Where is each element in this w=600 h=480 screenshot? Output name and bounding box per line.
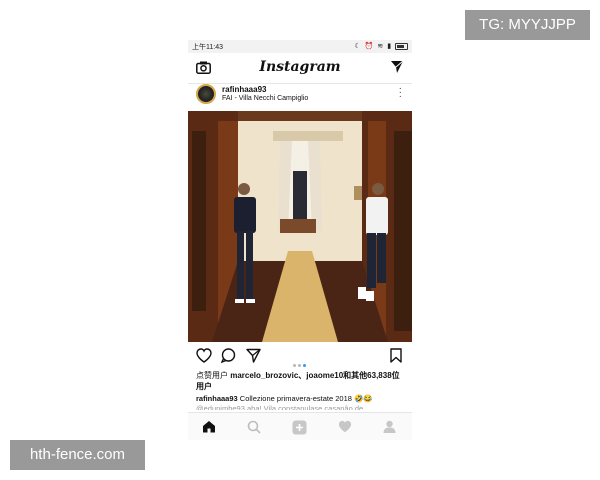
- like-heart-icon[interactable]: [196, 348, 212, 368]
- likes-mid: 和其他: [343, 371, 368, 380]
- post-location[interactable]: FAI - Villa Necchi Campiglio: [222, 95, 308, 102]
- post-photo[interactable]: [188, 111, 412, 342]
- likes-summary[interactable]: 点赞用户 marcelo_brozovic、joaome10和其他63,838位…: [196, 370, 406, 392]
- profile-icon[interactable]: [383, 420, 396, 438]
- app-logo: Instagram: [259, 59, 341, 75]
- home-icon[interactable]: [202, 420, 216, 438]
- post-username[interactable]: rafinhaaa93: [222, 85, 266, 94]
- search-icon[interactable]: [247, 420, 261, 439]
- caption-username[interactable]: rafinhaaa93: [196, 394, 238, 403]
- post-actions: [188, 346, 412, 368]
- add-icon[interactable]: [292, 420, 307, 440]
- post-header: rafinhaaa93 FAI - Villa Necchi Campiglio…: [188, 84, 412, 110]
- alarm-icon: ⏰: [364, 43, 375, 50]
- post-caption: rafinhaaa93 Collezione primavera-estate …: [196, 394, 406, 403]
- caption-text: Collezione primavera-estate 2018 🤣😂: [237, 394, 373, 403]
- status-time: 上午11:43: [192, 44, 223, 51]
- carousel-dot: [298, 364, 301, 367]
- status-bar: 上午11:43 ☾ ⏰ ≋ ▮: [188, 40, 412, 53]
- likes-count[interactable]: 63,838: [367, 371, 391, 380]
- watermark: hth-fence.com: [10, 440, 145, 470]
- heart-icon[interactable]: [338, 420, 352, 438]
- battery-icon: [395, 42, 408, 50]
- comment-preview[interactable]: @edunimhe93 aha! Vila constanulase casan…: [196, 404, 406, 410]
- app-bar: Instagram: [188, 53, 412, 84]
- comment-icon[interactable]: [220, 348, 236, 368]
- bottom-tab-bar: [188, 412, 412, 440]
- more-options-icon[interactable]: · · ·: [399, 84, 402, 102]
- likes-prefix: 点赞用户: [196, 371, 231, 380]
- share-icon[interactable]: [246, 348, 261, 368]
- telegram-tag: TG: MYYJJPP: [465, 10, 590, 40]
- wifi-icon: ≋: [377, 43, 385, 50]
- likes-users[interactable]: marcelo_brozovic、joaome10: [230, 371, 343, 380]
- moon-icon: ☾: [354, 43, 362, 50]
- avatar[interactable]: [196, 84, 216, 104]
- status-icons: ☾ ⏰ ≋ ▮: [354, 42, 408, 50]
- carousel-dot: [293, 364, 296, 367]
- bookmark-icon[interactable]: [390, 348, 402, 368]
- instagram-screen: 上午11:43 ☾ ⏰ ≋ ▮ Instagram rafinhaaa93 FA…: [188, 40, 412, 440]
- signal-icon: ▮: [387, 43, 393, 50]
- carousel-dot-active: [303, 364, 306, 367]
- direct-send-icon[interactable]: [390, 60, 404, 79]
